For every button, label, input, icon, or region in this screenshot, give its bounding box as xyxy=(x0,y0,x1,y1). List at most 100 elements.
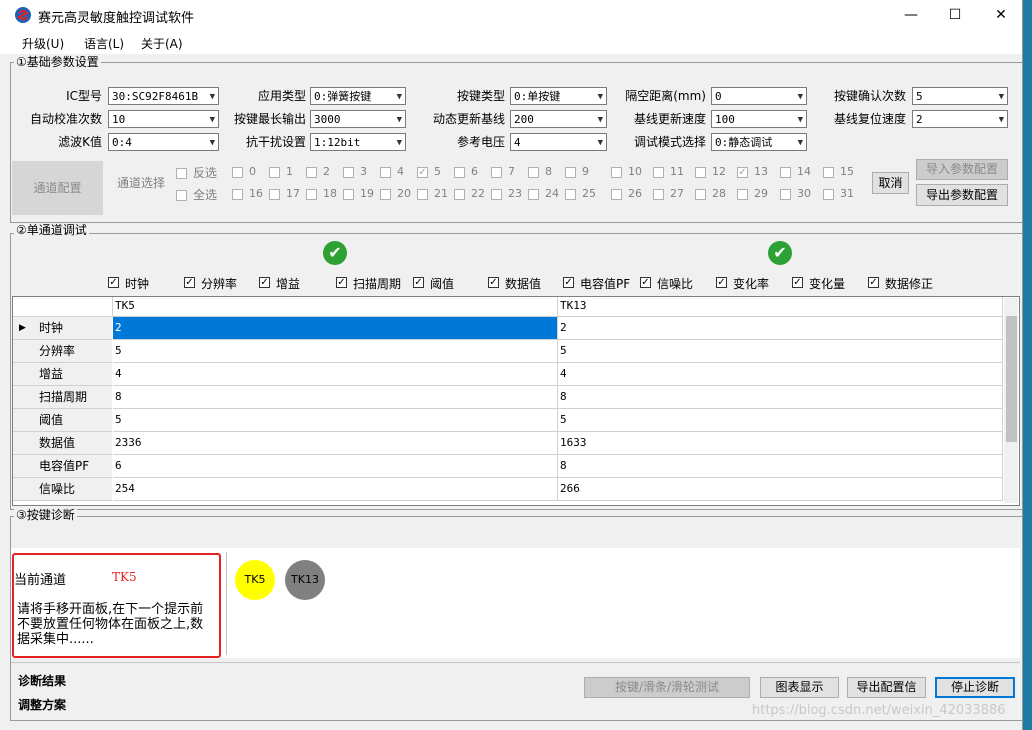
channel-22-checkbox[interactable] xyxy=(454,189,465,200)
key-max-output-combo[interactable]: 3000 ▼ xyxy=(310,110,406,128)
check-2-checkbox[interactable]: ✓ xyxy=(259,277,270,288)
cell-tk13-6[interactable]: 8 xyxy=(558,455,1003,478)
cell-tk5-3[interactable]: 8 xyxy=(113,386,558,409)
key-confirm-combo[interactable]: 5 ▼ xyxy=(912,87,1008,105)
menu-language[interactable]: 语言(L) xyxy=(84,35,124,52)
auto-calib-combo[interactable]: 10 ▼ xyxy=(108,110,219,128)
table-scrollbar-thumb[interactable] xyxy=(1006,316,1017,442)
check-3-checkbox[interactable]: ✓ xyxy=(336,277,347,288)
channel-26-checkbox[interactable] xyxy=(611,189,622,200)
channel-23-checkbox[interactable] xyxy=(491,189,502,200)
check-4-checkbox[interactable]: ✓ xyxy=(413,277,424,288)
import-config-button[interactable]: 导入参数配置 xyxy=(916,159,1008,180)
channel-17-checkbox[interactable] xyxy=(269,189,280,200)
menu-about[interactable]: 关于(A) xyxy=(141,35,183,52)
row-header-1[interactable]: 分辨率 xyxy=(13,340,112,363)
channel-20-checkbox[interactable] xyxy=(380,189,391,200)
channel-1-checkbox[interactable] xyxy=(269,167,280,178)
channel-16-checkbox[interactable] xyxy=(232,189,243,200)
cell-tk13-4[interactable]: 5 xyxy=(558,409,1003,432)
close-button[interactable]: ✕ xyxy=(978,0,1024,30)
channel-9-checkbox[interactable] xyxy=(565,167,576,178)
channel-19-checkbox[interactable] xyxy=(343,189,354,200)
cell-tk13-3[interactable]: 8 xyxy=(558,386,1003,409)
air-gap-combo[interactable]: 0 ▼ xyxy=(711,87,807,105)
channel-25-checkbox[interactable] xyxy=(565,189,576,200)
channel-27-checkbox[interactable] xyxy=(653,189,664,200)
channel-6-checkbox[interactable] xyxy=(454,167,465,178)
dynamic-baseline-combo[interactable]: 200 ▼ xyxy=(510,110,607,128)
export-config-info-button[interactable]: 导出配置信 xyxy=(847,677,926,698)
channel-config-button[interactable]: 通道配置 xyxy=(12,161,103,215)
maximize-button[interactable]: ☐ xyxy=(932,0,978,30)
key-slider-test-button[interactable]: 按键/滑条/滑轮测试 xyxy=(584,677,750,698)
menu-upgrade[interactable]: 升级(U) xyxy=(22,35,64,52)
chart-display-button[interactable]: 图表显示 xyxy=(760,677,839,698)
channel-8-checkbox[interactable] xyxy=(528,167,539,178)
ic-model-combo[interactable]: 30:SC92F8461B ▼ xyxy=(108,87,219,105)
check-1-checkbox[interactable]: ✓ xyxy=(184,277,195,288)
row-header-4[interactable]: 阈值 xyxy=(13,409,112,432)
row-header-7[interactable]: 信噪比 xyxy=(13,478,112,501)
row-header-0[interactable]: 时钟 ▶ xyxy=(13,317,112,340)
anti-interference-combo[interactable]: 1:12bit ▼ xyxy=(310,133,406,151)
channel-10-checkbox[interactable] xyxy=(611,167,622,178)
row-header-3[interactable]: 扫描周期 xyxy=(13,386,112,409)
cell-tk13-7[interactable]: 266 xyxy=(558,478,1003,501)
cell-tk13-1[interactable]: 5 xyxy=(558,340,1003,363)
cell-tk5-6[interactable]: 6 xyxy=(113,455,558,478)
channel-24-checkbox[interactable] xyxy=(528,189,539,200)
cell-tk5-0[interactable]: 2 xyxy=(113,317,558,340)
channel-7-checkbox[interactable] xyxy=(491,167,502,178)
channel-13-checkbox[interactable]: ✓ xyxy=(737,167,748,178)
select-all-checkbox[interactable] xyxy=(176,190,187,201)
cell-tk13-5[interactable]: 1633 xyxy=(558,432,1003,455)
channel-0-checkbox[interactable] xyxy=(232,167,243,178)
row-header-6[interactable]: 电容值PF xyxy=(13,455,112,478)
channel-4-checkbox[interactable] xyxy=(380,167,391,178)
minimize-button[interactable]: — xyxy=(888,0,934,30)
export-config-button[interactable]: 导出参数配置 xyxy=(916,184,1008,206)
channel-18-checkbox[interactable] xyxy=(306,189,317,200)
stop-diag-button[interactable]: 停止诊断 xyxy=(935,677,1015,698)
baseline-update-combo[interactable]: 100 ▼ xyxy=(711,110,807,128)
channel-15-checkbox[interactable] xyxy=(823,167,834,178)
check-10-checkbox[interactable]: ✓ xyxy=(868,277,879,288)
channel-21-checkbox[interactable] xyxy=(417,189,428,200)
check-7-checkbox[interactable]: ✓ xyxy=(640,277,651,288)
check-9-checkbox[interactable]: ✓ xyxy=(792,277,803,288)
cell-tk13-2[interactable]: 4 xyxy=(558,363,1003,386)
channel-3-checkbox[interactable] xyxy=(343,167,354,178)
check-6-checkbox[interactable]: ✓ xyxy=(563,277,574,288)
invert-checkbox[interactable] xyxy=(176,168,187,179)
channel-31-checkbox[interactable] xyxy=(823,189,834,200)
filter-k-combo[interactable]: 0:4 ▼ xyxy=(108,133,219,151)
check-8-checkbox[interactable]: ✓ xyxy=(716,277,727,288)
cell-tk5-4[interactable]: 5 xyxy=(113,409,558,432)
channel-29-checkbox[interactable] xyxy=(737,189,748,200)
app-type-combo[interactable]: 0:弹簧按键 ▼ xyxy=(310,87,406,105)
channel-28-checkbox[interactable] xyxy=(695,189,706,200)
check-5-checkbox[interactable]: ✓ xyxy=(488,277,499,288)
channel-30-checkbox[interactable] xyxy=(780,189,791,200)
channel-11-checkbox[interactable] xyxy=(653,167,664,178)
check-0-checkbox[interactable]: ✓ xyxy=(108,277,119,288)
cell-tk13-0[interactable]: 2 xyxy=(558,317,1003,340)
baseline-reset-combo[interactable]: 2 ▼ xyxy=(912,110,1008,128)
cell-tk5-5[interactable]: 2336 xyxy=(113,432,558,455)
channel-14-checkbox[interactable] xyxy=(780,167,791,178)
channel-12-checkbox[interactable] xyxy=(695,167,706,178)
debug-mode-combo[interactable]: 0:静态调试 ▼ xyxy=(711,133,807,151)
row-header-2[interactable]: 增益 xyxy=(13,363,112,386)
column-header-tk13[interactable]: TK13 xyxy=(558,297,1003,317)
key-type-combo[interactable]: 0:单按键 ▼ xyxy=(510,87,607,105)
cell-tk5-1[interactable]: 5 xyxy=(113,340,558,363)
ref-voltage-combo[interactable]: 4 ▼ xyxy=(510,133,607,151)
channel-2-checkbox[interactable] xyxy=(306,167,317,178)
cell-tk5-2[interactable]: 4 xyxy=(113,363,558,386)
param-table[interactable]: TK5 TK13 时钟 ▶ 2 2 分辨率 5 5 增益 4 4 扫描周期 8 8 阈值 5 5 数据值 2336… xyxy=(12,296,1020,506)
cancel-button[interactable]: 取消 xyxy=(872,172,909,194)
cell-tk5-7[interactable]: 254 xyxy=(113,478,558,501)
column-header-tk5[interactable]: TK5 xyxy=(113,297,558,317)
row-header-5[interactable]: 数据值 xyxy=(13,432,112,455)
